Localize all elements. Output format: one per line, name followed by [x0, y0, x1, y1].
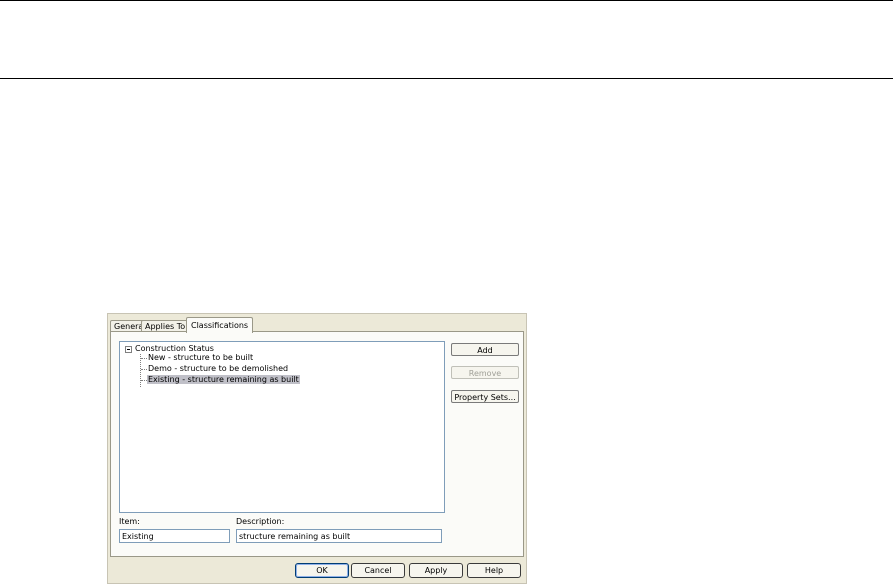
style-manager-dialog: General Applies To Classifications Const… [107, 313, 527, 584]
remove-button[interactable]: Remove [451, 366, 519, 379]
property-sets-button[interactable]: Property Sets... [451, 390, 519, 403]
help-button[interactable]: Help [467, 563, 521, 578]
tree-item-new[interactable]: New - structure to be built [147, 353, 254, 362]
add-button[interactable]: Add [451, 343, 519, 356]
description-input[interactable] [236, 529, 442, 543]
ok-button[interactable]: OK [295, 563, 349, 578]
tree-root-label[interactable]: Construction Status [135, 344, 214, 353]
tree-item-existing[interactable]: Existing - structure remaining as built [147, 375, 300, 384]
tab-classifications[interactable]: Classifications [186, 317, 254, 333]
top-rule [0, 0, 893, 1]
item-label: Item: [119, 517, 140, 526]
collapse-icon[interactable] [125, 346, 132, 353]
tree-item-demo[interactable]: Demo - structure to be demolished [147, 364, 289, 373]
header-rule [0, 78, 893, 79]
classification-tree[interactable]: Construction Status New - structure to b… [119, 341, 445, 513]
cancel-button[interactable]: Cancel [351, 563, 405, 578]
description-label: Description: [236, 517, 285, 526]
item-input[interactable] [119, 529, 230, 543]
apply-button[interactable]: Apply [409, 563, 463, 578]
classifications-panel: Construction Status New - structure to b… [110, 331, 524, 557]
